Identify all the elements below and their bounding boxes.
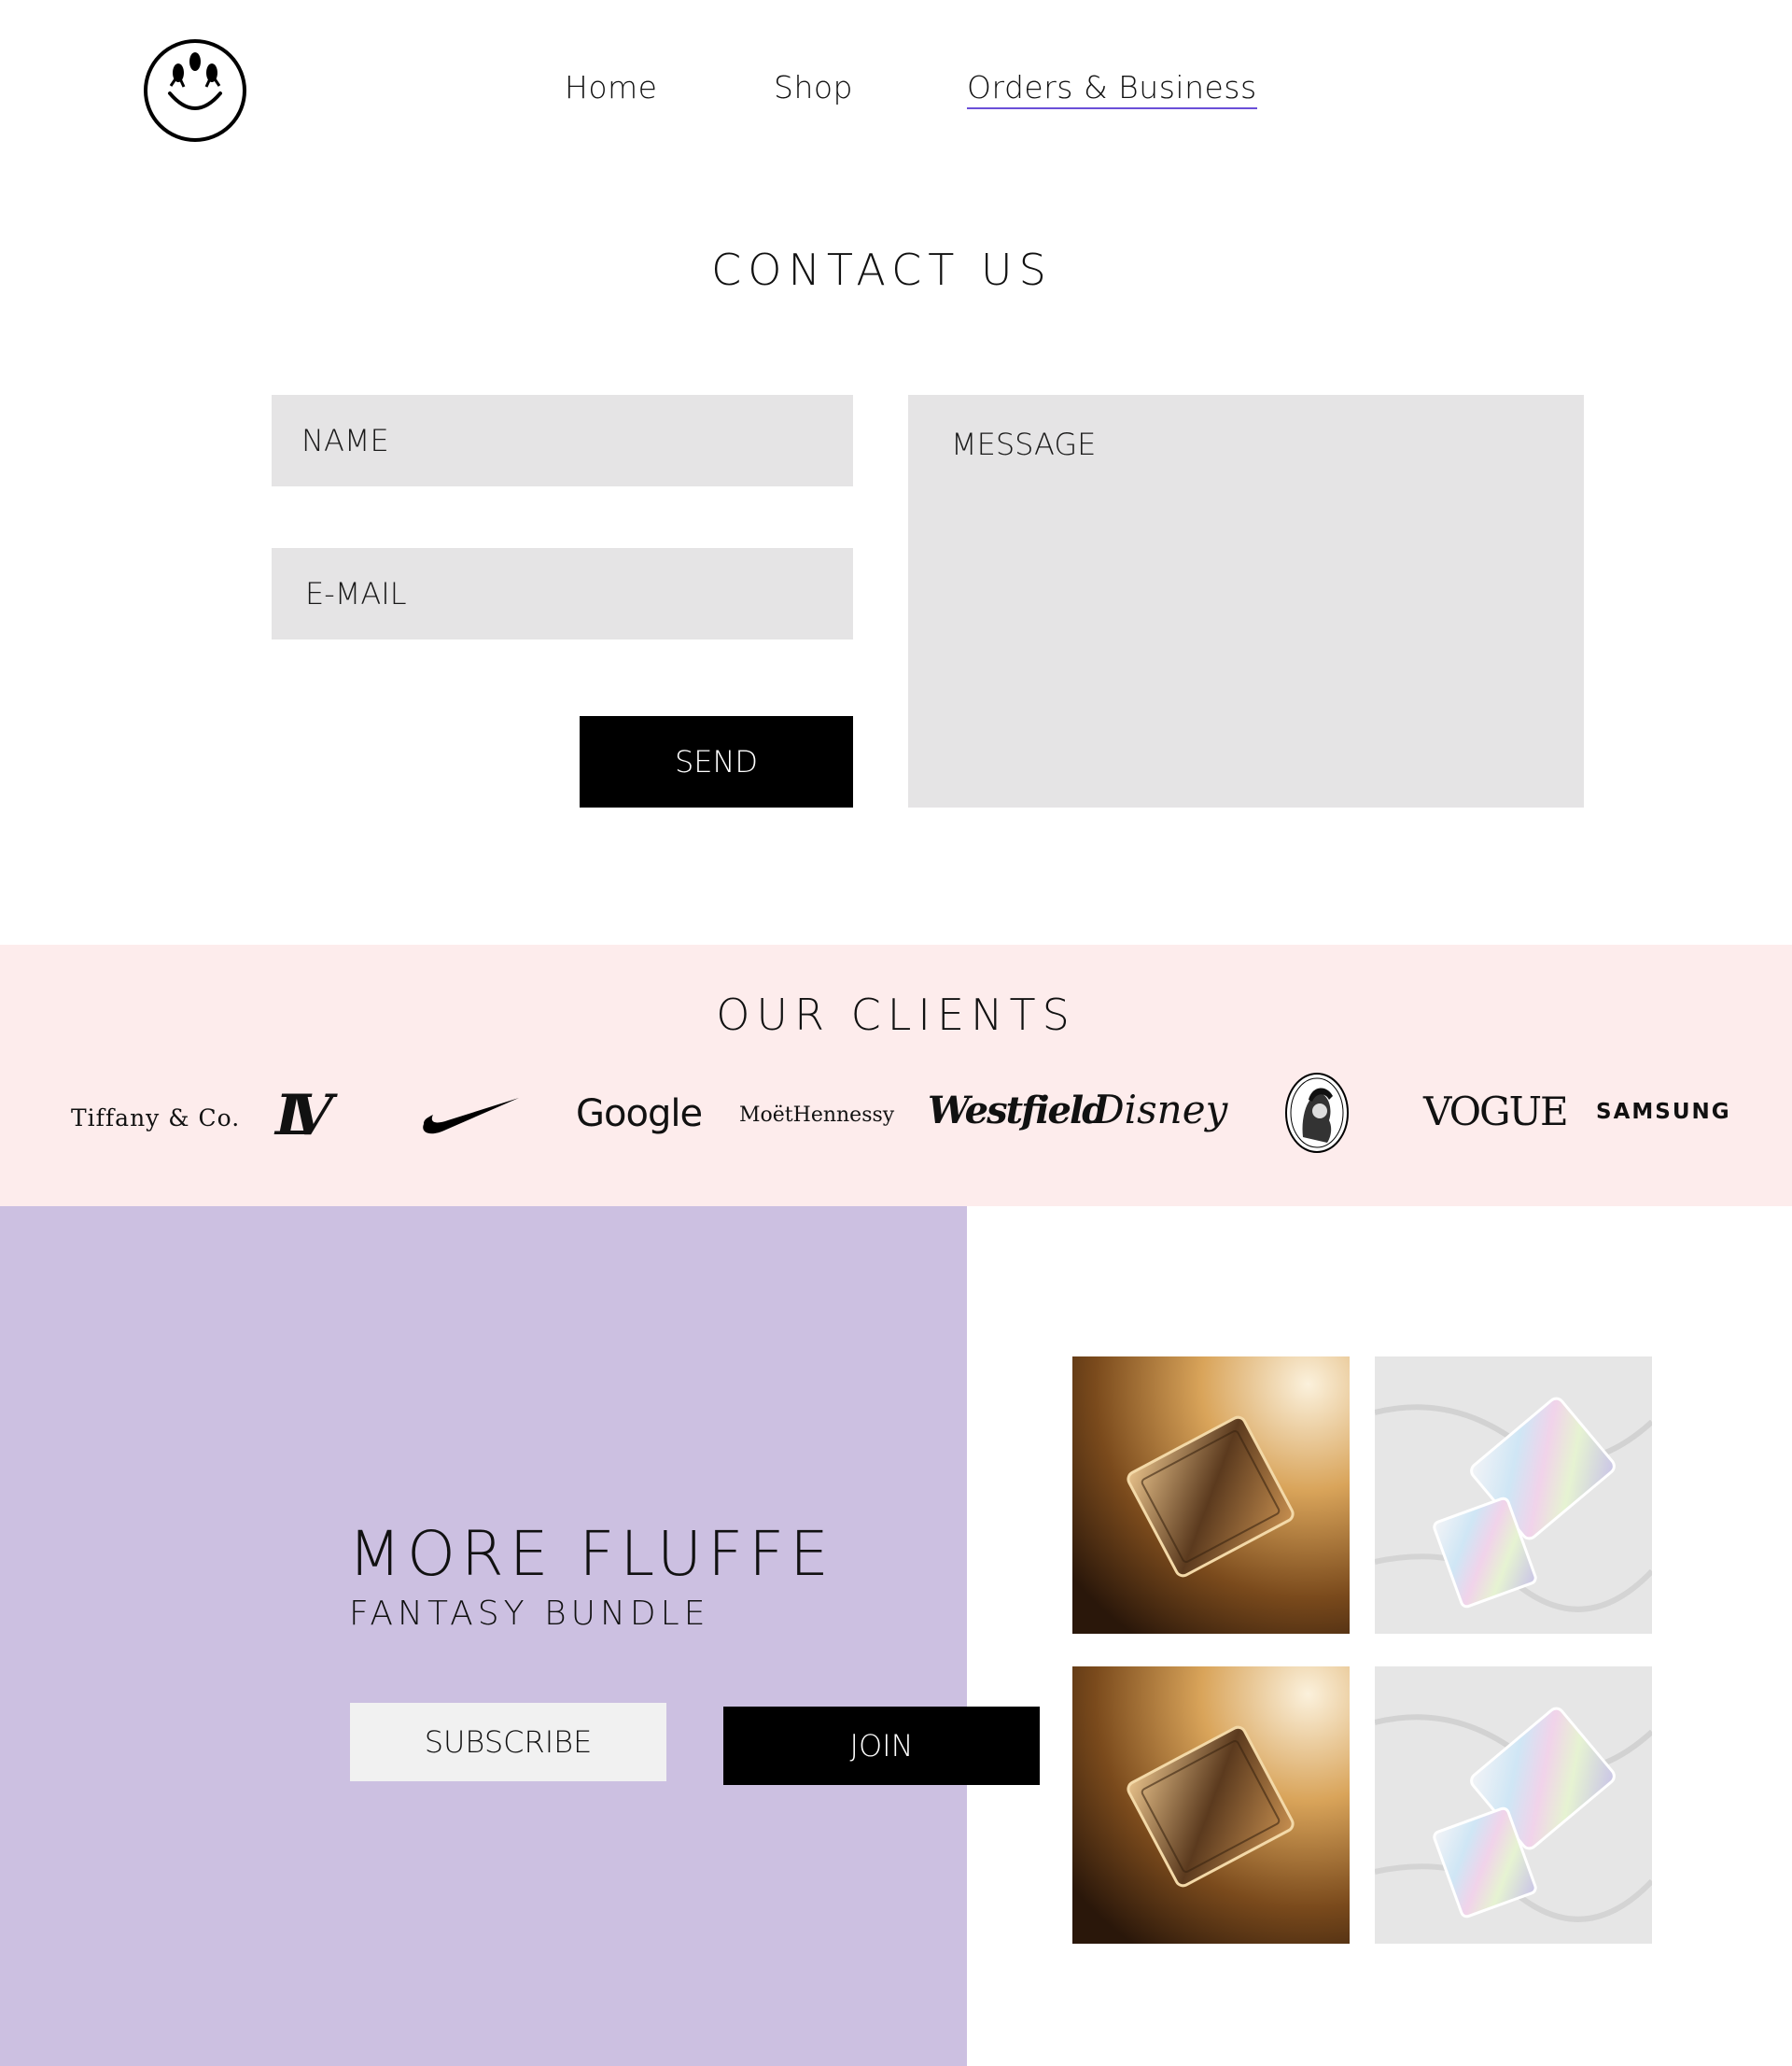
subscribe-button[interactable]: SUBSCRIBE bbox=[350, 1703, 666, 1781]
client-logo-westfield: Westfield bbox=[928, 1089, 1108, 1132]
contact-title: CONTACT US bbox=[711, 245, 1053, 295]
client-logo-moet: MoëtHennessy bbox=[739, 1103, 894, 1127]
send-button[interactable]: SEND bbox=[580, 716, 853, 808]
client-logo-samsung: SAMSUNG bbox=[1596, 1100, 1731, 1124]
nav-orders-business[interactable]: Orders & Business bbox=[967, 69, 1257, 109]
samsung-logo-text: SAMSUNG bbox=[1596, 1100, 1731, 1124]
email-field[interactable] bbox=[272, 548, 853, 639]
product-photo-gold[interactable] bbox=[1072, 1356, 1350, 1634]
tiffany-logo-text: Tiffany & Co. bbox=[71, 1104, 241, 1131]
clients-band bbox=[0, 945, 1792, 1206]
promo-title: MORE FLUFFE bbox=[348, 1518, 834, 1590]
name-field[interactable] bbox=[272, 395, 853, 486]
client-logo-lv: LV bbox=[275, 1083, 332, 1148]
client-logo-google: Google bbox=[576, 1092, 703, 1135]
moet-logo-text: MoëtHennessy bbox=[739, 1103, 895, 1127]
westfield-logo-text: Westfield bbox=[928, 1089, 1108, 1132]
join-button[interactable]: JOIN bbox=[723, 1707, 1040, 1785]
disney-logo-text: Disney bbox=[1093, 1087, 1228, 1132]
client-logo-tiffany: Tiffany & Co. bbox=[71, 1104, 240, 1131]
message-field[interactable] bbox=[908, 395, 1584, 808]
promo-panel bbox=[0, 1206, 967, 2066]
nike-swoosh-logo bbox=[423, 1098, 519, 1134]
clients-title: OUR CLIENTS bbox=[716, 990, 1076, 1040]
client-logo-disney: Disney bbox=[1093, 1087, 1227, 1132]
vogue-logo-text: VOGUE bbox=[1423, 1089, 1569, 1134]
google-logo-text: Google bbox=[576, 1092, 703, 1135]
product-photo-gold[interactable] bbox=[1072, 1666, 1350, 1944]
nav-shop[interactable]: Shop bbox=[774, 69, 853, 105]
nav-home[interactable]: Home bbox=[565, 69, 657, 105]
client-logo-vogue: VOGUE bbox=[1423, 1089, 1569, 1134]
promo-subtitle: FANTASY BUNDLE bbox=[349, 1595, 710, 1633]
smiley-logo-icon[interactable] bbox=[142, 37, 248, 144]
lv-logo-text: LV bbox=[275, 1083, 332, 1148]
product-photo-holographic[interactable] bbox=[1375, 1356, 1652, 1634]
product-photo-holographic[interactable] bbox=[1375, 1666, 1652, 1944]
amex-centurion-logo bbox=[1285, 1073, 1349, 1153]
